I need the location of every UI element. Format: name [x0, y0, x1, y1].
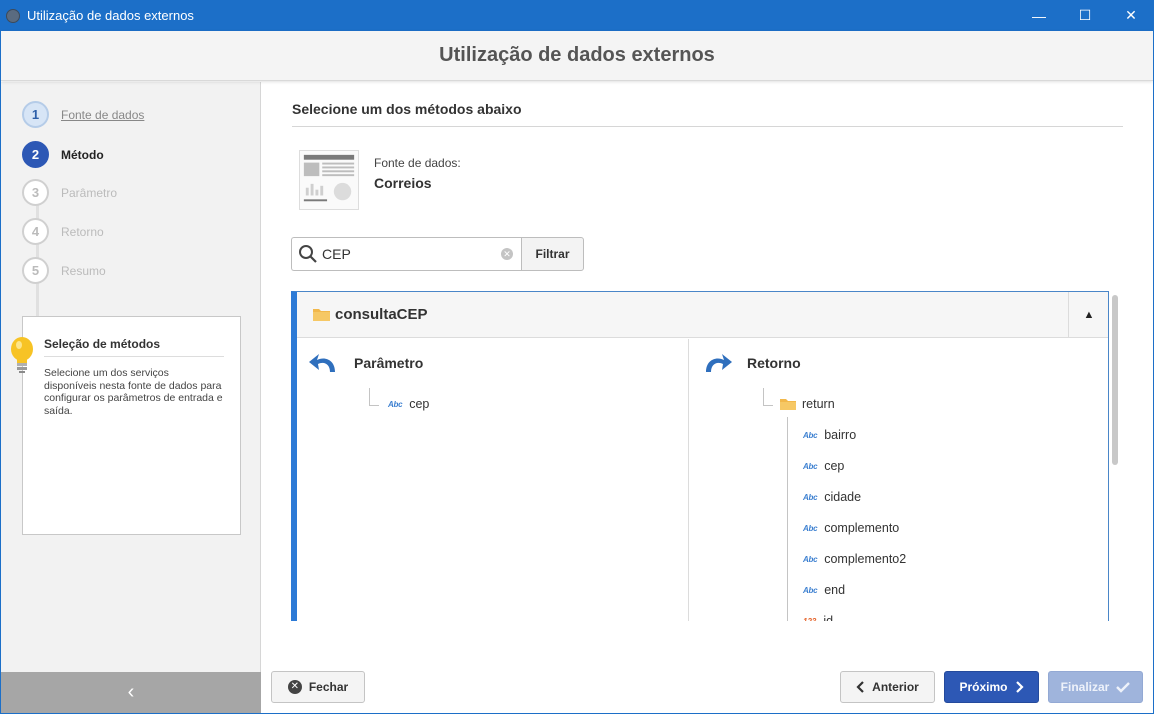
step-number: 3 — [22, 179, 49, 206]
return-item[interactable]: Abc complemento — [803, 521, 899, 535]
return-field-name: complemento — [824, 521, 900, 535]
caret-up-icon: ▲ — [1083, 309, 1095, 321]
return-item[interactable]: Abc cidade — [803, 490, 861, 504]
step-number: 4 — [22, 218, 49, 245]
close-circle-icon: ✕ — [287, 680, 302, 694]
return-field-name: cidade — [824, 490, 862, 504]
return-field-name: bairro — [824, 428, 857, 442]
text-type-icon: Abc — [803, 523, 818, 533]
wizard-footer: ✕ Fechar Anterior Próximo Finalizar — [262, 660, 1153, 713]
tree-line — [763, 405, 773, 406]
return-column-title: Retorno — [747, 355, 801, 371]
datasource-label: Fonte de dados: — [374, 156, 461, 170]
method-panel: consultaCEP ▲ Parâmetro Abc cep Retorno — [291, 291, 1109, 621]
previous-button-label: Anterior — [872, 680, 919, 694]
search-icon — [299, 245, 317, 263]
finish-button-label: Finalizar — [1060, 680, 1110, 694]
tree-line — [763, 388, 764, 406]
return-root-item[interactable]: return — [780, 397, 835, 411]
lightbulb-icon — [11, 337, 33, 373]
search-input[interactable] — [322, 246, 492, 262]
return-item[interactable]: 123 id — [803, 614, 833, 621]
maximize-button[interactable]: ☐ — [1062, 0, 1108, 31]
close-button[interactable]: ✕ Fechar — [271, 671, 365, 703]
close-window-button[interactable]: ✕ — [1108, 0, 1154, 31]
undo-arrow-icon — [309, 354, 335, 372]
step-fonte-de-dados[interactable]: 1 Fonte de dados — [22, 101, 144, 128]
tip-text: Selecione um dos serviços disponíveis ne… — [44, 367, 223, 417]
text-type-icon: Abc — [388, 399, 403, 409]
datasource-value: Correios — [374, 175, 432, 191]
return-root-name: return — [802, 397, 835, 411]
chevron-left-icon — [856, 681, 864, 693]
text-type-icon: Abc — [803, 430, 818, 440]
filter-button[interactable]: Filtrar — [521, 237, 584, 271]
collapse-method-button[interactable]: ▲ — [1068, 292, 1108, 338]
tip-panel: Seleção de métodos Selecione um dos serv… — [22, 316, 241, 535]
column-divider — [688, 339, 689, 621]
vertical-scrollbar[interactable] — [1112, 295, 1118, 465]
close-button-label: Fechar — [308, 680, 349, 694]
previous-button[interactable]: Anterior — [840, 671, 935, 703]
param-name: cep — [409, 397, 430, 411]
return-item[interactable]: Abc cep — [803, 459, 844, 473]
next-button-label: Próximo — [959, 680, 1008, 694]
clear-search-icon[interactable]: ✕ — [501, 248, 513, 260]
minimize-button[interactable]: — — [1016, 0, 1062, 31]
step-metodo[interactable]: 2 Método — [22, 141, 104, 168]
step-label: Retorno — [61, 224, 104, 239]
text-type-icon: Abc — [803, 492, 818, 502]
step-number: 1 — [22, 101, 49, 128]
redo-arrow-icon — [706, 354, 732, 372]
param-column-title: Parâmetro — [354, 355, 424, 371]
folder-icon — [313, 309, 330, 321]
finish-button: Finalizar — [1048, 671, 1143, 703]
method-name: consultaCEP — [335, 306, 428, 323]
tree-line — [369, 388, 370, 406]
search-box: ✕ — [291, 237, 522, 271]
step-resumo: 5 Resumo — [22, 257, 106, 284]
tree-line — [787, 417, 788, 621]
chevron-right-icon — [1015, 681, 1024, 693]
section-divider — [292, 126, 1123, 127]
return-item[interactable]: Abc bairro — [803, 428, 856, 442]
next-button[interactable]: Próximo — [944, 671, 1039, 703]
tree-line — [369, 405, 379, 406]
step-number: 5 — [22, 257, 49, 284]
section-title: Selecione um dos métodos abaixo — [292, 101, 522, 117]
step-label: Método — [61, 147, 104, 162]
app-icon — [6, 8, 20, 23]
main-content: Selecione um dos métodos abaixo Fonte de… — [262, 82, 1153, 672]
step-label: Parâmetro — [61, 185, 118, 200]
tip-title: Seleção de métodos — [44, 337, 224, 357]
step-parametro: 3 Parâmetro — [22, 179, 117, 206]
wizard-header: Utilização de dados externos — [1, 31, 1153, 81]
window-titlebar[interactable]: Utilização de dados externos — ☐ ✕ — [0, 0, 1154, 31]
text-type-icon: Abc — [803, 585, 818, 595]
return-field-name: complemento2 — [824, 552, 907, 566]
return-field-name: end — [824, 583, 846, 597]
wizard-sidebar: 1 Fonte de dados 2 Método 3 Parâmetro 4 … — [1, 82, 261, 672]
method-header[interactable]: consultaCEP ▲ — [297, 292, 1108, 338]
number-type-icon: 123 — [803, 616, 817, 622]
return-item[interactable]: Abc end — [803, 583, 845, 597]
step-retorno: 4 Retorno — [22, 218, 104, 245]
text-type-icon: Abc — [803, 554, 818, 564]
step-label: Resumo — [61, 263, 106, 278]
window-title: Utilização de dados externos — [27, 8, 194, 23]
param-item[interactable]: Abc cep — [388, 397, 429, 411]
checkmark-icon — [1116, 682, 1131, 693]
folder-icon — [780, 399, 796, 410]
chevron-left-icon: ‹ — [127, 681, 135, 703]
return-field-name: id — [823, 614, 834, 621]
page-title: Utilização de dados externos — [439, 44, 715, 66]
sidebar-collapse-button[interactable]: ‹ — [1, 672, 261, 713]
datasource-thumbnail-icon — [299, 150, 359, 210]
step-label: Fonte de dados — [61, 107, 145, 122]
step-number: 2 — [22, 141, 49, 168]
window-controls: — ☐ ✕ — [1016, 0, 1154, 31]
return-field-name: cep — [824, 459, 845, 473]
return-item[interactable]: Abc complemento2 — [803, 552, 906, 566]
text-type-icon: Abc — [803, 461, 818, 471]
